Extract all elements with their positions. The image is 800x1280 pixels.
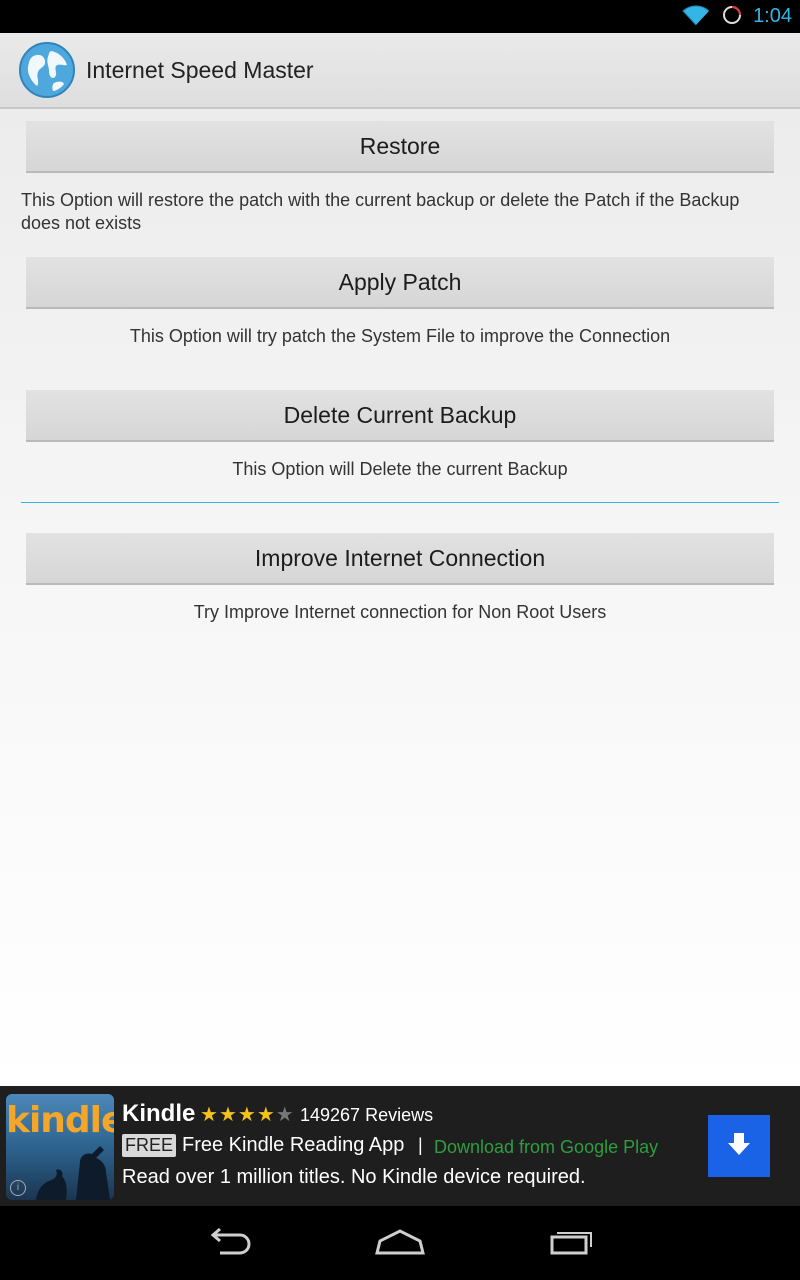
delete-backup-description: This Option will Delete the current Back…: [232, 459, 568, 479]
ad-subtitle: Free Kindle Reading App: [182, 1134, 405, 1156]
wifi-icon: [681, 4, 711, 30]
ad-reviews: 149267 Reviews: [300, 1105, 434, 1125]
restore-description: This Option will restore the patch with …: [21, 190, 740, 233]
improve-connection-description: Try Improve Internet connection for Non …: [193, 602, 607, 622]
ad-separator: |: [418, 1135, 423, 1155]
status-bar: 1:04: [0, 0, 800, 33]
navigation-bar: [0, 1206, 800, 1280]
ad-body-text: Read over 1 million titles. No Kindle de…: [122, 1166, 586, 1188]
app-bar: Internet Speed Master: [0, 33, 800, 109]
back-arrow-icon: [206, 1227, 254, 1261]
sync-circle-icon: [721, 4, 743, 30]
kindle-ad-image[interactable]: kindle i: [6, 1094, 114, 1200]
ad-banner[interactable]: kindle i Kindle ★★★★★ 149267 Reviews FRE…: [0, 1086, 800, 1206]
apply-patch-button[interactable]: Apply Patch: [26, 257, 774, 309]
star-empty-icon: ★: [275, 1104, 295, 1126]
status-time: 1:04: [753, 5, 792, 27]
download-arrow-icon: [725, 1130, 753, 1163]
section-divider: [21, 502, 779, 503]
download-button[interactable]: [708, 1115, 770, 1177]
star-icon: ★: [237, 1104, 257, 1126]
delete-backup-button[interactable]: Delete Current Backup: [26, 390, 774, 442]
home-icon: [374, 1227, 426, 1261]
improve-connection-button[interactable]: Improve Internet Connection: [26, 533, 774, 585]
restore-button[interactable]: Restore: [26, 121, 774, 173]
recent-apps-button[interactable]: [542, 1224, 602, 1264]
star-icon: ★: [256, 1104, 276, 1126]
home-button[interactable]: [370, 1224, 430, 1264]
app-title: Internet Speed Master: [86, 56, 314, 83]
back-button[interactable]: [200, 1224, 260, 1264]
star-icon: ★: [200, 1104, 219, 1126]
ad-info-icon[interactable]: i: [10, 1180, 26, 1196]
ad-title: Kindle: [122, 1100, 196, 1127]
star-rating: ★★★★★: [200, 1102, 295, 1127]
star-icon: ★: [218, 1104, 238, 1126]
ad-download-link[interactable]: Download from Google Play: [434, 1137, 658, 1158]
status-icons: 1:04: [681, 0, 792, 33]
kindle-logo: kindle: [6, 1100, 114, 1141]
free-badge: FREE: [122, 1134, 177, 1157]
main-content: Restore This Option will restore the pat…: [0, 109, 800, 1086]
apply-patch-description: This Option will try patch the System Fi…: [129, 326, 671, 346]
recent-apps-icon: [547, 1227, 597, 1261]
globe-icon[interactable]: [18, 41, 76, 99]
